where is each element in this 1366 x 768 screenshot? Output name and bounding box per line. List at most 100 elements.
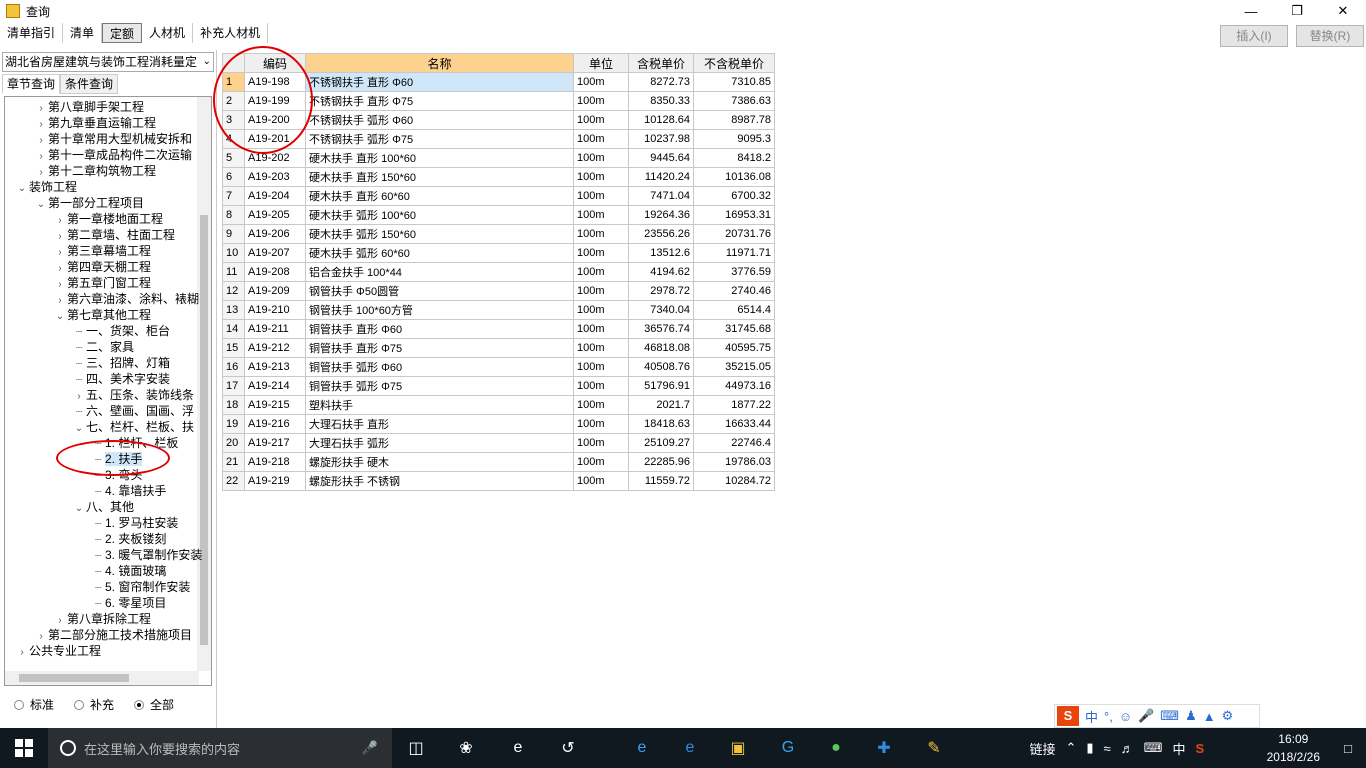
name-cell[interactable]: 钢管扶手 100*60方管 [305, 300, 574, 320]
unit-cell[interactable]: 100m [573, 338, 629, 358]
tree-item[interactable]: › 第五章门窗工程 [53, 275, 151, 291]
price-tax-cell[interactable]: 2021.7 [628, 395, 694, 415]
table-row[interactable]: 10 A19-207 硬木扶手 弧形 60*60 100m 13512.6 11971.7… [222, 243, 775, 263]
price-notax-cell[interactable]: 31745.68 [693, 319, 775, 339]
row-number[interactable]: 15 [222, 338, 245, 358]
price-notax-cell[interactable]: 16633.44 [693, 414, 775, 434]
price-tax-cell[interactable]: 10237.98 [628, 129, 694, 149]
unit-cell[interactable]: 100m [573, 395, 629, 415]
row-number[interactable]: 20 [222, 433, 245, 453]
edge-icon[interactable]: e [630, 736, 654, 760]
spiral-icon[interactable]: ↺ [556, 736, 580, 760]
name-cell[interactable]: 螺旋形扶手 硬木 [305, 452, 574, 472]
header-unit[interactable]: 单位 [573, 53, 629, 73]
unit-cell[interactable]: 100m [573, 243, 629, 263]
tree-item[interactable]: ┈ 1. 罗马柱安装 [91, 515, 178, 531]
punctuation-icon[interactable]: °, [1104, 709, 1113, 724]
price-notax-cell[interactable]: 8987.78 [693, 110, 775, 130]
price-tax-cell[interactable]: 11420.24 [628, 167, 694, 187]
price-notax-cell[interactable]: 40595.75 [693, 338, 775, 358]
radio-standard[interactable]: 标准 [14, 696, 54, 713]
price-notax-cell[interactable]: 20731.76 [693, 224, 775, 244]
ie-blue-icon[interactable]: e [678, 736, 702, 760]
tree-item[interactable]: › 公共专业工程 [15, 643, 101, 659]
chevron-down-icon[interactable]: ⌄ [53, 309, 67, 325]
price-tax-cell[interactable]: 9445.64 [628, 148, 694, 168]
unit-cell[interactable]: 100m [573, 471, 629, 491]
tree-item[interactable]: ┈ 三、招牌、灯箱 [72, 355, 170, 371]
clock[interactable]: 16:09 2018/2/26 [1267, 730, 1320, 766]
price-tax-cell[interactable]: 13512.6 [628, 243, 694, 263]
price-tax-cell[interactable]: 11559.72 [628, 471, 694, 491]
tree-item[interactable]: › 第九章垂直运输工程 [34, 115, 156, 131]
price-notax-cell[interactable]: 11971.71 [693, 243, 775, 263]
chevron-right-icon[interactable]: › [15, 645, 29, 661]
radio-supplement[interactable]: 补充 [74, 696, 114, 713]
shirt-icon[interactable]: ▲ [1203, 709, 1216, 724]
code-cell[interactable]: A19-211 [244, 319, 306, 339]
unit-cell[interactable]: 100m [573, 129, 629, 149]
row-number[interactable]: 7 [222, 186, 245, 206]
radio-all[interactable]: 全部 [134, 696, 174, 713]
table-row[interactable]: 22 A19-219 螺旋形扶手 不锈钢 100m 11559.72 10284.72 [222, 471, 775, 491]
row-number[interactable]: 13 [222, 300, 245, 320]
tab-condition-query[interactable]: 条件查询 [60, 74, 119, 94]
header-price-tax[interactable]: 含税单价 [628, 53, 694, 73]
table-row[interactable]: 11 A19-208 铝合金扶手 100*44 100m 4194.62 3776.59 [222, 262, 775, 282]
windows-start-icon[interactable] [0, 728, 48, 768]
unit-cell[interactable]: 100m [573, 300, 629, 320]
row-number[interactable]: 17 [222, 376, 245, 396]
table-row[interactable]: 8 A19-205 硬木扶手 弧形 100*60 100m 19264.36 16953.… [222, 205, 775, 225]
tree-item[interactable]: ⌄ 装饰工程 [15, 179, 77, 195]
price-notax-cell[interactable]: 7386.63 [693, 91, 775, 111]
table-row[interactable]: 13 A19-210 钢管扶手 100*60方管 100m 7340.04 6514.4 [222, 300, 775, 320]
name-cell[interactable]: 硬木扶手 直形 100*60 [305, 148, 574, 168]
tree-item[interactable]: › 第八章拆除工程 [53, 611, 151, 627]
tree-item[interactable]: › 第八章脚手架工程 [34, 99, 144, 115]
table-row[interactable]: 19 A19-216 大理石扶手 直形 100m 18418.63 16633.44 [222, 414, 775, 434]
wifi-icon[interactable]: ≈ [1104, 741, 1111, 756]
price-notax-cell[interactable]: 6700.32 [693, 186, 775, 206]
emoji-icon[interactable]: ☺ [1119, 709, 1132, 724]
row-number[interactable]: 10 [222, 243, 245, 263]
row-number[interactable]: 16 [222, 357, 245, 377]
price-notax-cell[interactable]: 2740.46 [693, 281, 775, 301]
price-notax-cell[interactable]: 1877.22 [693, 395, 775, 415]
ime-lang[interactable]: 中 [1085, 707, 1098, 726]
table-row[interactable]: 5 A19-202 硬木扶手 直形 100*60 100m 9445.64 8418.2 [222, 148, 775, 168]
tree-item[interactable]: › 五、压条、装饰线条 [72, 387, 194, 403]
chevron-down-icon[interactable]: ⌄ [72, 501, 86, 517]
tree-item[interactable]: ┈ 5. 窗帘制作安装 [91, 579, 190, 595]
g-app-icon[interactable]: G [776, 736, 800, 760]
wrench-icon[interactable]: ⚙ [1222, 708, 1234, 724]
volume-icon[interactable]: ♬ [1121, 741, 1134, 756]
active-app-icon[interactable]: ✎ [922, 736, 946, 760]
tree-item[interactable]: › 第十二章构筑物工程 [34, 163, 156, 179]
name-cell[interactable]: 不锈钢扶手 弧形 Φ60 [305, 110, 574, 130]
price-notax-cell[interactable]: 6514.4 [693, 300, 775, 320]
folder-icon[interactable]: ▣ [726, 736, 750, 760]
ime-indicator[interactable]: 中 [1172, 739, 1185, 758]
tree-item[interactable]: › 第十章常用大型机械安拆和 [34, 131, 192, 147]
taskbar-search-box[interactable]: 在这里输入你要搜索的内容 🎤 [48, 728, 392, 768]
tree-item[interactable]: › 第六章油漆、涂料、裱糊 [53, 291, 199, 307]
tree-item[interactable]: ⌄ 第一部分工程项目 [34, 195, 144, 211]
row-number[interactable]: 9 [222, 224, 245, 244]
tree-item[interactable]: › 第四章天棚工程 [53, 259, 151, 275]
unit-cell[interactable]: 100m [573, 357, 629, 377]
price-tax-cell[interactable]: 25109.27 [628, 433, 694, 453]
quota-select[interactable]: 湖北省房屋建筑与装饰工程消耗量定 ⌄ [2, 52, 214, 72]
price-tax-cell[interactable]: 8350.33 [628, 91, 694, 111]
tab-dinge[interactable]: 定额 [102, 23, 143, 43]
tree-item[interactable]: ┈ 4. 镜面玻璃 [91, 563, 166, 579]
tab-qingdan[interactable]: 清单 [63, 23, 103, 43]
code-cell[interactable]: A19-217 [244, 433, 306, 453]
header-name[interactable]: 名称 [305, 53, 574, 73]
row-number[interactable]: 18 [222, 395, 245, 415]
row-number[interactable]: 6 [222, 167, 245, 187]
price-notax-cell[interactable]: 35215.05 [693, 357, 775, 377]
tree-item[interactable]: ⌄ 七、栏杆、栏板、扶 [72, 419, 194, 435]
tree-item[interactable]: › 第十一章成品构件二次运输 [34, 147, 192, 163]
chevron-down-icon[interactable]: ⌄ [15, 181, 29, 197]
price-tax-cell[interactable]: 23556.26 [628, 224, 694, 244]
